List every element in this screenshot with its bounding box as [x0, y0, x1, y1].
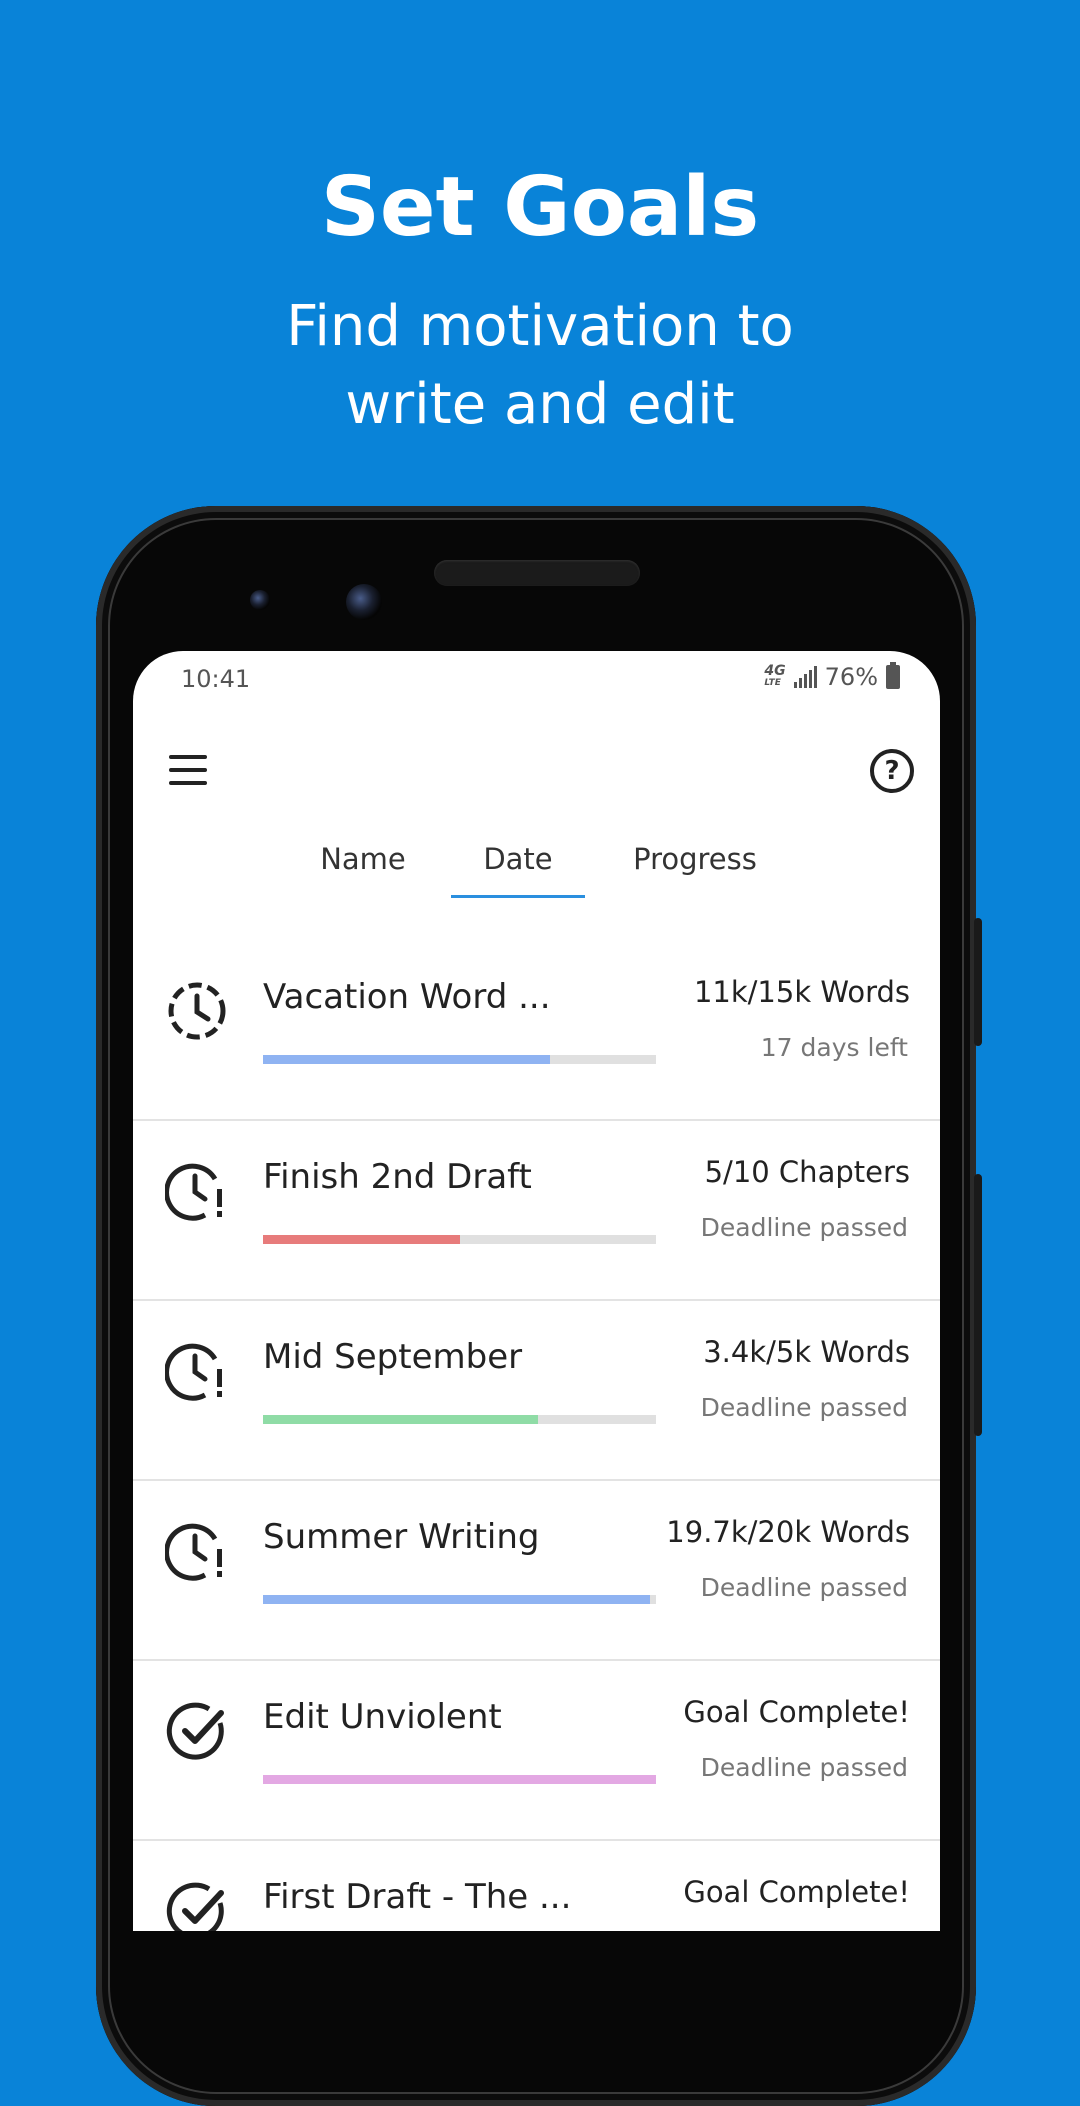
goal-row[interactable]: Vacation Word ... 11k/15k Words 17 days … [133, 941, 940, 1121]
promo-title: Set Goals [320, 160, 760, 255]
app-screen: 10:41 4G LTE 76% ? Name Date Progress Va… [133, 651, 940, 1931]
goal-row[interactable]: Finish 2nd Draft 5/10 Chapters Deadline … [133, 1121, 940, 1301]
goal-list: Vacation Word ... 11k/15k Words 17 days … [133, 941, 940, 1931]
help-icon[interactable]: ? [870, 749, 914, 793]
goal-title: Edit Unviolent [263, 1697, 502, 1737]
goal-status: Deadline passed [700, 1393, 908, 1422]
battery-percent: 76% [824, 663, 878, 691]
status-bar: 10:41 4G LTE 76% [133, 651, 940, 707]
goal-status: Deadline passed [700, 1213, 908, 1242]
phone-volume-button [974, 1174, 982, 1436]
tab-date[interactable]: Date [451, 831, 585, 898]
clock-alert-icon [165, 1343, 222, 1401]
check-circle-icon [166, 1882, 224, 1931]
goal-status: Deadline passed [700, 1573, 908, 1602]
phone-front-camera [346, 584, 382, 620]
phone-sensor [250, 590, 270, 610]
goal-count: 3.4k/5k Words [703, 1335, 910, 1369]
promo-subtitle-line-1: Find motivation to [286, 294, 794, 359]
check-circle-icon [166, 1702, 224, 1760]
battery-icon [886, 662, 900, 689]
tab-progress[interactable]: Progress [611, 831, 779, 895]
goal-row[interactable]: Summer Writing 19.7k/20k Words Deadline … [133, 1481, 940, 1661]
tab-name[interactable]: Name [311, 831, 415, 895]
phone-side-button [974, 918, 982, 1046]
goal-progress-bar [263, 1775, 656, 1784]
goal-row[interactable]: Mid September 3.4k/5k Words Deadline pas… [133, 1301, 940, 1481]
menu-icon[interactable] [169, 755, 207, 785]
goal-progress-bar [263, 1235, 656, 1244]
goal-count: Goal Complete! [683, 1875, 910, 1909]
goal-row[interactable]: Edit Unviolent Goal Complete! Deadline p… [133, 1661, 940, 1841]
signal-icon [793, 666, 817, 688]
goal-progress-bar [263, 1055, 656, 1064]
app-bar: ? [133, 731, 940, 811]
goal-count: 5/10 Chapters [704, 1155, 910, 1189]
goal-status: Deadline passed [700, 1753, 908, 1782]
promo-subtitle: Find motivation to write and edit [0, 288, 1080, 444]
goal-progress-bar [263, 1415, 656, 1424]
goal-progress-bar [263, 1595, 656, 1604]
goal-count: 19.7k/20k Words [666, 1515, 910, 1549]
goal-title: First Draft - The ... [263, 1877, 572, 1917]
sort-tabs: Name Date Progress [133, 831, 940, 907]
goal-title: Finish 2nd Draft [263, 1157, 532, 1197]
clock-alert-icon [165, 1163, 222, 1221]
phone-speaker [434, 560, 640, 586]
goal-row[interactable]: First Draft - The ... Goal Complete! [133, 1841, 940, 1931]
goal-count: 11k/15k Words [693, 975, 910, 1009]
network-icon: 4G LTE [764, 663, 786, 688]
status-time: 10:41 [181, 665, 251, 693]
promo-subtitle-line-2: write and edit [345, 372, 735, 437]
clock-dashed-icon [168, 982, 226, 1040]
goal-count: Goal Complete! [683, 1695, 910, 1729]
clock-alert-icon [165, 1523, 222, 1581]
goal-status: 17 days left [760, 1033, 908, 1062]
goal-title: Mid September [263, 1337, 523, 1377]
goal-title: Vacation Word ... [263, 977, 551, 1017]
goal-title: Summer Writing [263, 1517, 540, 1557]
